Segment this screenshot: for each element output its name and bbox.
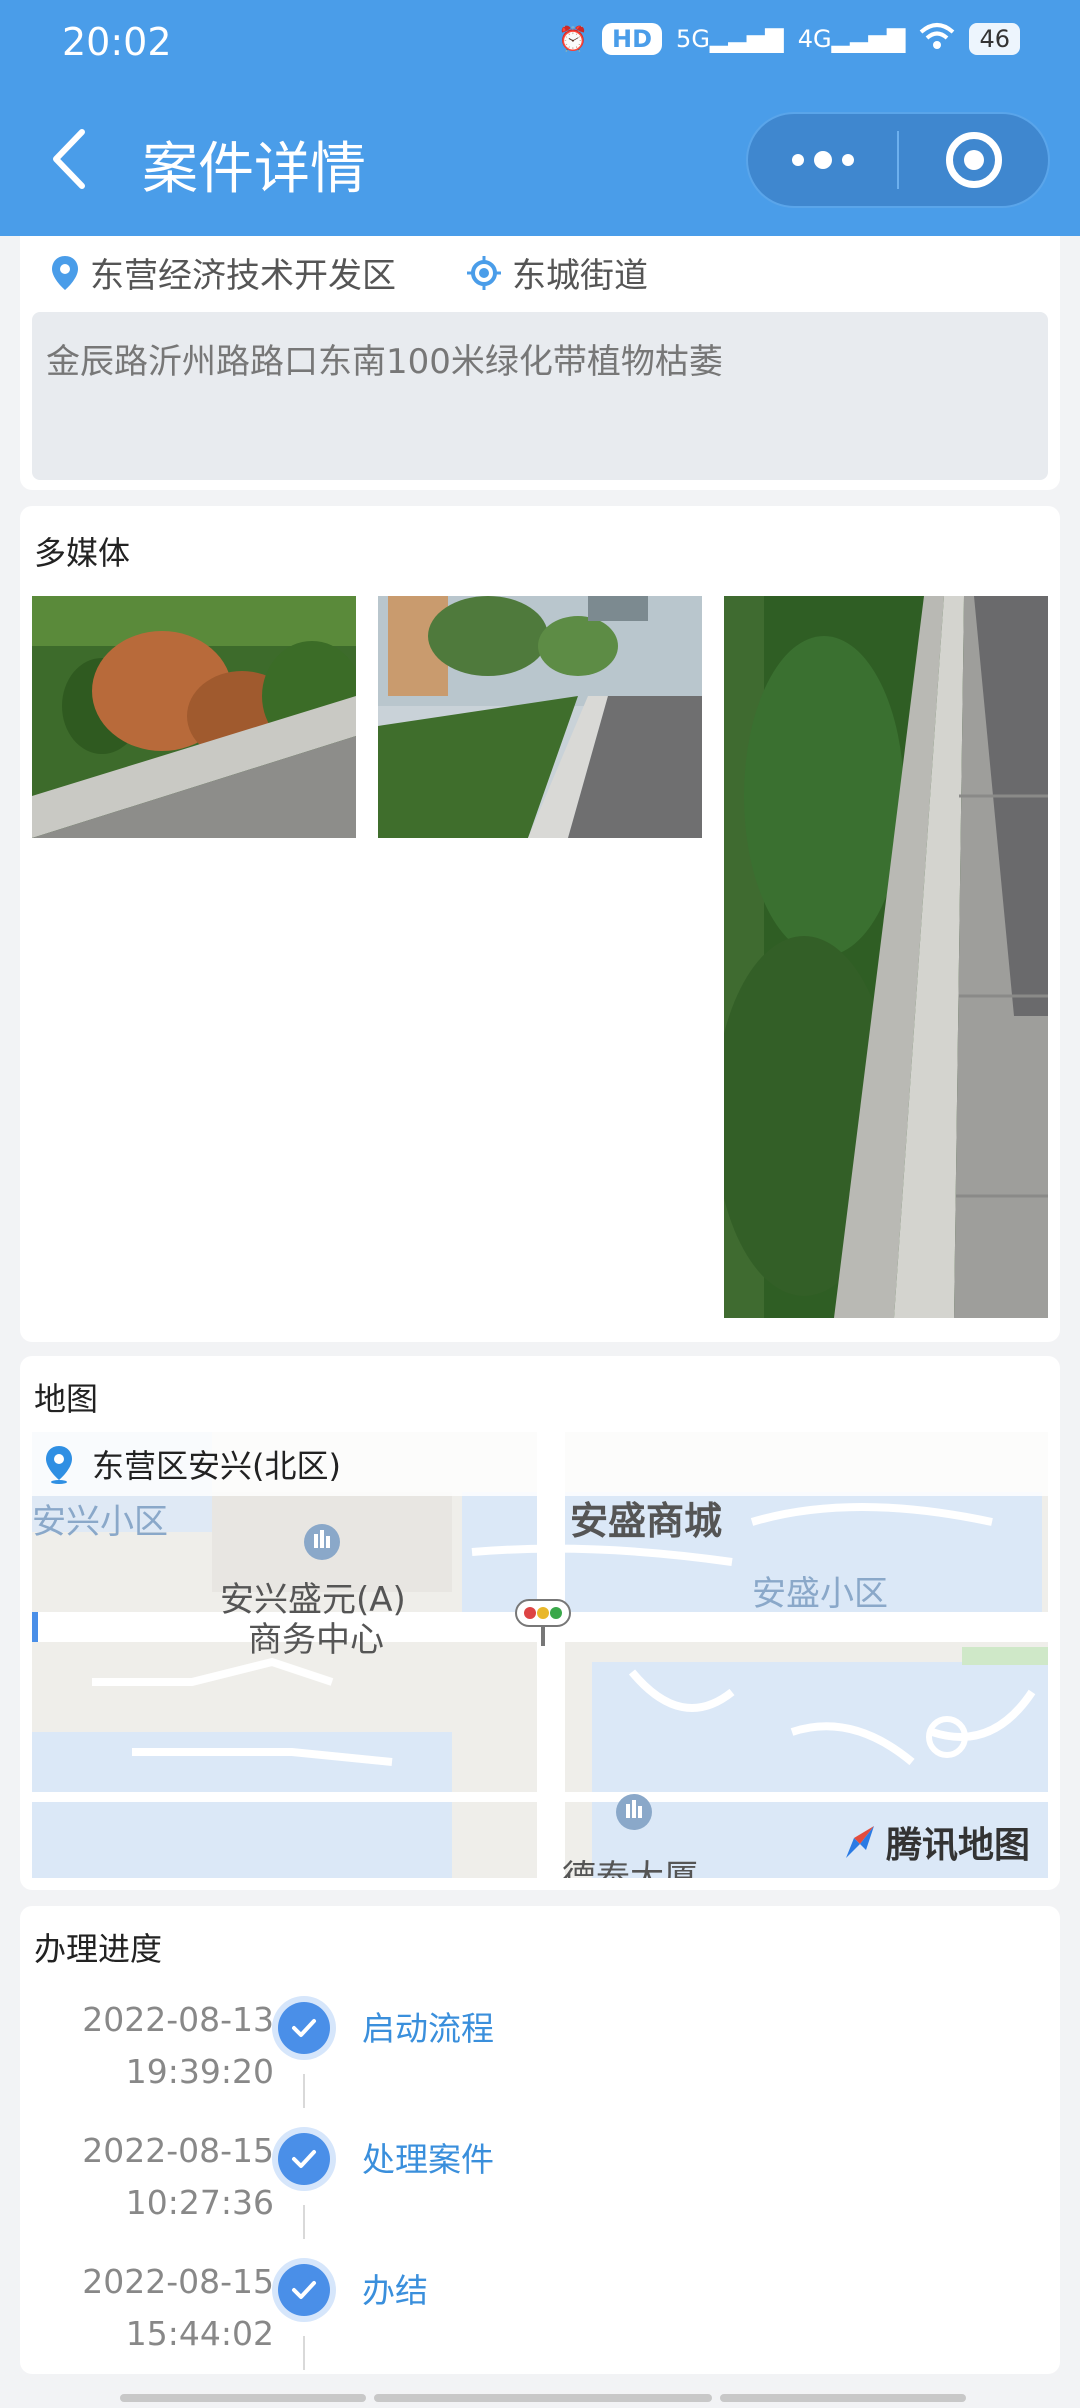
map-label-ansheng-community: 安盛小区: [752, 1574, 888, 1614]
map-provider-label: 腾讯地图: [885, 1825, 1030, 1866]
check-icon: [278, 2133, 330, 2185]
media-card: 多媒体: [20, 506, 1060, 1342]
map-label-business-center-2: 商务中心: [248, 1620, 384, 1660]
hd-icon: HD: [602, 23, 663, 55]
alarm-icon: ⏰: [558, 25, 589, 53]
media-photo-1[interactable]: [32, 596, 356, 838]
signal-5g-icon: 5G▂▃▅▇: [676, 25, 784, 53]
more-icon: [791, 151, 854, 169]
status-icons: ⏰ HD 5G▂▃▅▇ 4G▂▃▅▇ 46: [558, 22, 1020, 56]
wifi-icon: [919, 22, 955, 56]
back-button[interactable]: [46, 124, 92, 194]
timeline-connector: [303, 2205, 305, 2239]
map-label-ansheng-mall: 安盛商城: [570, 1499, 723, 1543]
map-title: 地图: [34, 1380, 99, 1418]
timeline-connector: [303, 2336, 305, 2370]
battery-icon: 46: [969, 23, 1020, 55]
case-description: 金辰路沂州路路口东南100米绿化带植物枯萎: [32, 312, 1048, 480]
map-card: 地图 安兴小区 安盛商城 安盛小区 安兴盛元(A) 商务中心 德泰大厦 东营区安…: [20, 1356, 1060, 1890]
page-title: 案件详情: [142, 137, 366, 202]
mini-program-capsule: [746, 112, 1050, 208]
street-item: 东城街道: [466, 248, 648, 297]
timeline-connector: [303, 2074, 305, 2108]
target-icon: [945, 132, 1002, 188]
district-label: 东营经济技术开发区: [90, 256, 396, 296]
step-datetime: 2022-08-13 19:39:20: [82, 2000, 274, 2091]
check-icon: [278, 2264, 330, 2316]
chevron-left-icon: [53, 129, 85, 189]
media-photo-3[interactable]: [724, 596, 1048, 1318]
compass-icon: [845, 1826, 874, 1858]
media-title: 多媒体: [34, 534, 131, 572]
street-label: 东城街道: [512, 256, 648, 296]
step-datetime: 2022-08-15 15:44:02: [82, 2262, 274, 2353]
top-bar: 20:02 ⏰ HD 5G▂▃▅▇ 4G▂▃▅▇ 46 案件详情: [0, 0, 1080, 236]
locate-target-icon: [467, 255, 501, 290]
map-label-building: 德泰大厦: [562, 1858, 698, 1878]
map-address-bar: 东营区安兴(北区): [32, 1432, 1048, 1496]
map-view[interactable]: 安兴小区 安盛商城 安盛小区 安兴盛元(A) 商务中心 德泰大厦 东营区安兴(北…: [32, 1432, 1048, 1878]
location-pin-icon: [46, 1446, 72, 1484]
progress-step: 2022-08-15 10:27:36 处理案件: [20, 2125, 1060, 2245]
location-card: 东营经济技术开发区 东城街道 金辰路沂州路路口东南100米绿化带植物枯萎: [20, 236, 1060, 490]
progress-card: 办理进度 2022-08-13 19:39:20 启动流程 2022-08-15…: [20, 1906, 1060, 2374]
signal-4g-icon: 4G▂▃▅▇: [797, 25, 906, 53]
check-icon: [278, 2002, 330, 2054]
map-address: 东营区安兴(北区): [92, 1447, 341, 1485]
progress-title: 办理进度: [34, 1930, 163, 1968]
location-pin-icon: [52, 255, 78, 290]
map-provider-logo: 腾讯地图: [840, 1816, 1030, 1868]
media-photo-2[interactable]: [378, 596, 702, 838]
district-item: 东营经济技术开发区: [50, 248, 396, 297]
map-canvas: [32, 1432, 1048, 1878]
location-row: 东营经济技术开发区 东城街道: [50, 248, 718, 297]
more-button[interactable]: [748, 114, 897, 206]
status-time: 20:02: [62, 20, 172, 64]
map-label-anxing-community: 安兴小区: [32, 1502, 168, 1542]
step-datetime: 2022-08-15 10:27:36: [82, 2131, 274, 2222]
step-label[interactable]: 办结: [362, 2264, 428, 2312]
progress-step: 2022-08-15 15:44:02 办结: [20, 2256, 1060, 2376]
step-label[interactable]: 启动流程: [362, 2002, 494, 2050]
step-label[interactable]: 处理案件: [362, 2133, 494, 2181]
bottom-scroll-indicator: [120, 2394, 966, 2402]
progress-step: 2022-08-13 19:39:20 启动流程: [20, 1994, 1060, 2114]
close-miniprogram-button[interactable]: [899, 114, 1048, 206]
